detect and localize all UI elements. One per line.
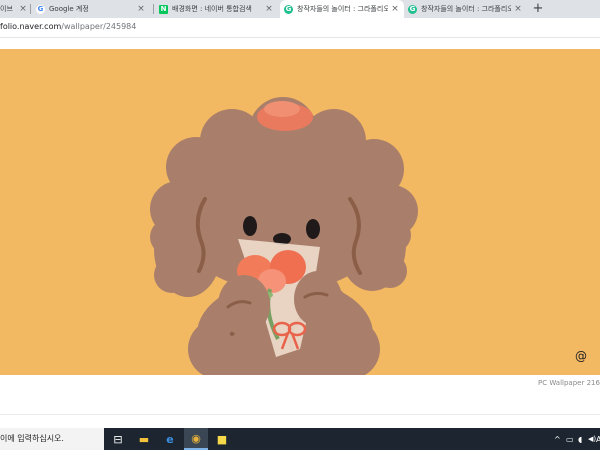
url-path: /wallpaper/245984 [61, 22, 137, 31]
tab-partial[interactable]: 이브 × [0, 0, 28, 18]
tray-overflow-icon[interactable]: ^ [554, 428, 561, 450]
tab-separator [153, 4, 154, 14]
tab-google-account[interactable]: G Google 계정 × [33, 0, 150, 18]
volume-icon[interactable]: ◀) [588, 428, 596, 450]
grafolio-g-icon: G [408, 4, 417, 14]
poodle-illustration [150, 97, 418, 375]
naver-n-icon: N [159, 4, 168, 14]
tab-grafolio[interactable]: G 창작자들의 놀이터 : 그라폴리오 × [405, 0, 527, 18]
tab-close-icon[interactable]: × [136, 4, 146, 14]
tab-strip: 이브 × G Google 계정 × N 배경화면 : 네이버 통합검색 × G… [0, 0, 600, 18]
tab-title: Google 계정 [49, 5, 89, 13]
network-icon[interactable]: ◖ [578, 428, 582, 450]
tab-close-icon[interactable]: × [18, 4, 28, 14]
address-bar[interactable]: folio.naver.com/wallpaper/245984 [0, 18, 600, 38]
tab-close-icon[interactable]: × [390, 4, 400, 14]
new-tab-button[interactable]: + [530, 1, 546, 17]
sticky-notes-icon[interactable]: ■ [210, 428, 234, 450]
taskbar-search-box[interactable]: 이에 입력하십시오. [0, 428, 104, 450]
whale-search-icon[interactable]: @ [574, 349, 588, 363]
tab-naver-search[interactable]: N 배경화면 : 네이버 통합검색 × [156, 0, 278, 18]
tab-title: 창작자들의 놀이터 : 그라폴리오 [297, 5, 388, 13]
wallpaper-banner: @ ∠ [0, 49, 600, 375]
url-host: folio.naver.com [0, 22, 62, 31]
page-divider [0, 414, 600, 415]
taskbar-search-text: 이에 입력하십시오. [0, 434, 64, 443]
tab-separator [30, 4, 31, 14]
ime-indicator[interactable]: A [596, 428, 600, 450]
tab-title: 이브 [0, 5, 13, 13]
edge-icon[interactable]: e [158, 428, 182, 450]
chrome-icon[interactable]: ◉ [184, 428, 208, 450]
battery-icon[interactable]: ▭ [566, 428, 574, 450]
screen: 이브 × G Google 계정 × N 배경화면 : 네이버 통합검색 × G… [0, 0, 600, 450]
tab-close-icon[interactable]: × [513, 4, 523, 14]
windows-taskbar: 이에 입력하십시오. ⊟ ▬ e ◉ ■ ^ ▭ ◖ ◀) A [0, 428, 600, 450]
task-view-icon[interactable]: ⊟ [106, 428, 130, 450]
url-text[interactable]: folio.naver.com/wallpaper/245984 [0, 22, 136, 31]
grafolio-g-icon: G [284, 4, 293, 14]
tab-close-icon[interactable]: × [264, 4, 274, 14]
tab-title: 배경화면 : 네이버 통합검색 [172, 5, 252, 13]
wallpaper-caption: PC Wallpaper 216u... [538, 379, 600, 387]
tab-title: 창작자들의 놀이터 : 그라폴리오 [421, 5, 511, 13]
file-explorer-icon[interactable]: ▬ [132, 428, 156, 450]
google-g-icon: G [36, 4, 45, 14]
tab-grafolio-active[interactable]: G 창작자들의 놀이터 : 그라폴리오 × [280, 0, 404, 18]
